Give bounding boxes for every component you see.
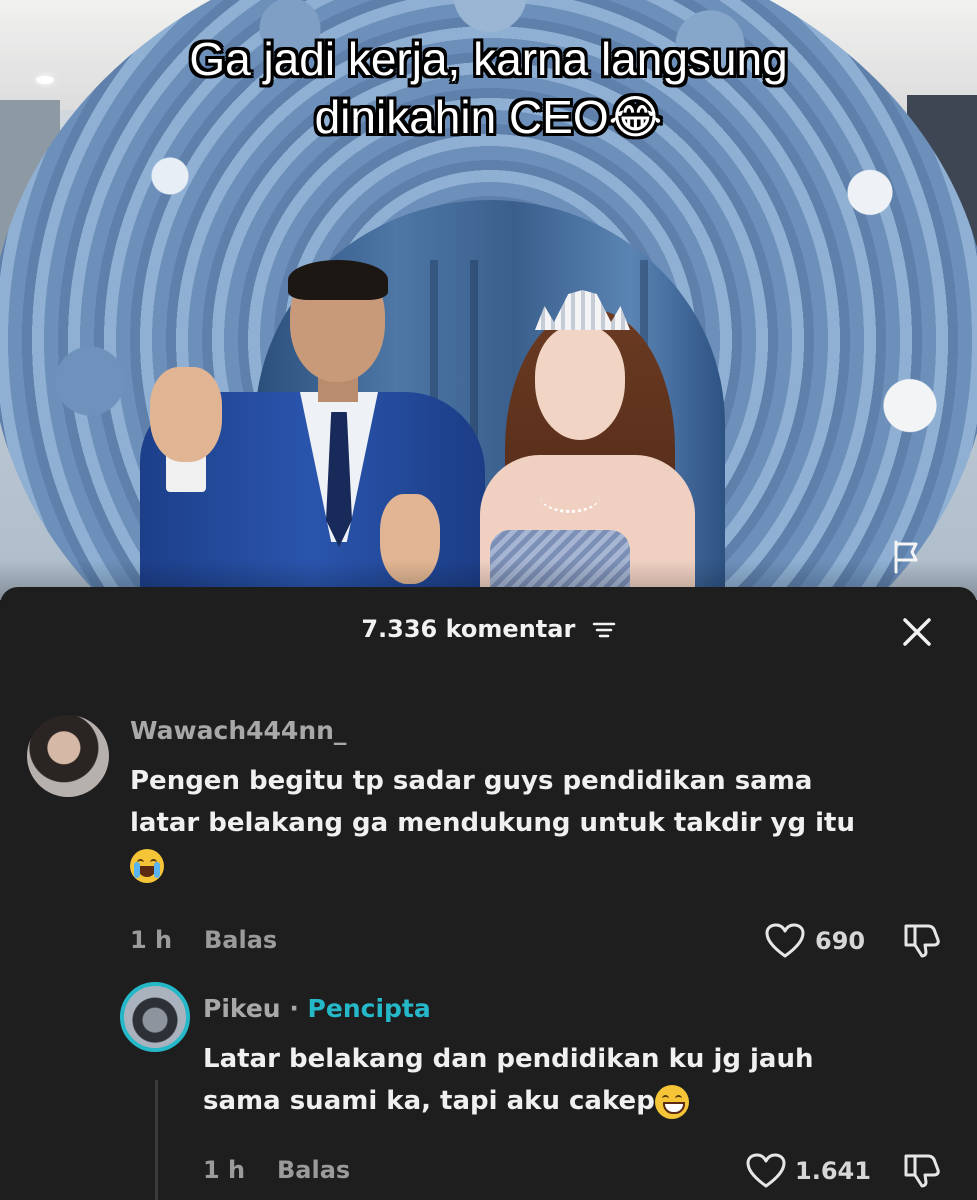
comment-text-line: sama suami ka, tapi aku cakep (203, 1080, 814, 1122)
tiara (535, 290, 630, 330)
heart-icon[interactable] (746, 1153, 786, 1189)
comment-text-line: latar belakang ga mendukung untuk takdir… (130, 808, 855, 838)
bride-figure (480, 280, 700, 600)
reply-button[interactable]: Balas (277, 1156, 350, 1184)
video-frame[interactable]: Ga jadi kerja, karna langsung dinikahin … (0, 0, 977, 600)
close-icon[interactable] (900, 615, 934, 649)
heart-icon[interactable] (765, 923, 805, 959)
dislike-icon[interactable] (902, 1152, 942, 1188)
sort-icon[interactable] (592, 621, 616, 639)
groom-waving-hand (150, 367, 222, 462)
necklace (540, 480, 600, 513)
comment-text-line: Latar belakang dan pendidikan ku jg jauh (203, 1044, 814, 1074)
creator-badge: Pencipta (307, 994, 431, 1023)
video-caption: Ga jadi kerja, karna langsung dinikahin … (0, 30, 977, 146)
comments-header: 7.336 komentar (0, 615, 977, 643)
bride-face (535, 325, 625, 440)
groom-figure (140, 260, 490, 600)
separator-dot: · (289, 994, 299, 1023)
crying-face-emoji (130, 844, 855, 886)
reply-username[interactable]: Pikeu (203, 994, 281, 1023)
comment-text-line: Pengen begitu tp sadar guys pendidikan s… (130, 766, 813, 796)
grinning-face-emoji (654, 1084, 689, 1119)
comment-count: 7.336 komentar (361, 615, 576, 643)
thread-line (155, 1080, 158, 1200)
flag-icon[interactable] (892, 540, 922, 574)
like-count: 1.641 (795, 1157, 871, 1185)
reply-username-row: Pikeu · Pencipta (203, 994, 431, 1023)
avatar[interactable] (27, 715, 109, 797)
dislike-icon[interactable] (902, 922, 942, 958)
reply-button[interactable]: Balas (204, 926, 277, 954)
caption-line-2: dinikahin CEO😂 (314, 91, 663, 143)
like-count: 690 (815, 927, 866, 955)
groom-hair (288, 260, 388, 300)
comment-text: Pengen begitu tp sadar guys pendidikan s… (130, 760, 855, 886)
comment-time: 1 h (130, 926, 173, 954)
caption-line-1: Ga jadi kerja, karna langsung (189, 33, 788, 85)
comment-username[interactable]: Wawach444nn_ (130, 716, 346, 745)
comment-time: 1 h (203, 1156, 246, 1184)
reply-text: Latar belakang dan pendidikan ku jg jauh… (203, 1038, 814, 1122)
comment-text-line-content: sama suami ka, tapi aku cakep (203, 1086, 655, 1116)
creator-avatar[interactable] (120, 982, 190, 1052)
